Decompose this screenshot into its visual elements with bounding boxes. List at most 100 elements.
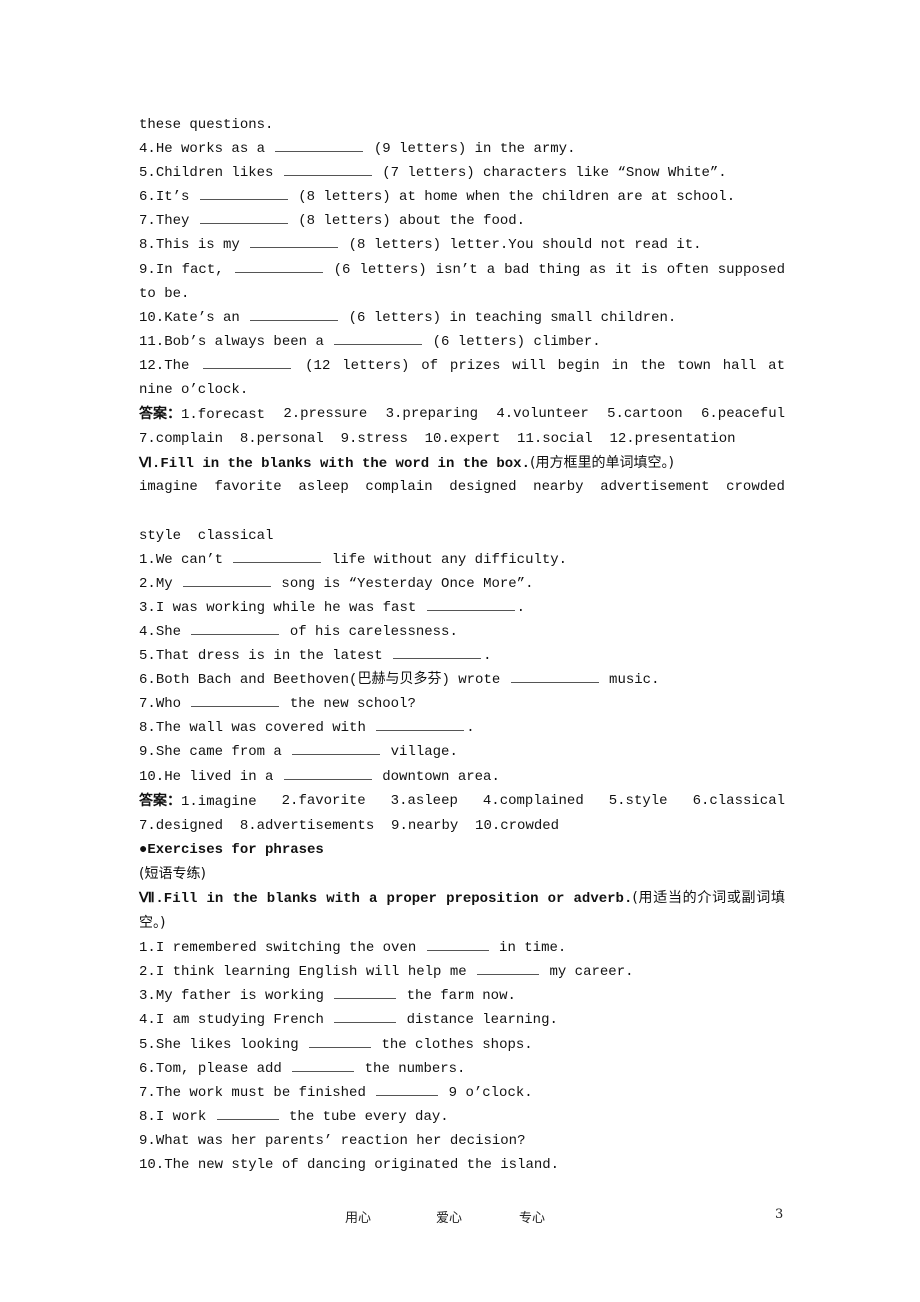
- item-number: 3.: [139, 988, 156, 1005]
- item-number: 4.: [139, 1012, 156, 1029]
- item-number: 9.: [139, 261, 156, 278]
- exercise-item: 3.I was working while he was fast .: [139, 596, 785, 620]
- continuation-text: these questions.: [139, 117, 274, 133]
- answer-blank[interactable]: [376, 1081, 439, 1096]
- item-number: 1.: [139, 551, 156, 568]
- item-number: 6.: [139, 672, 156, 689]
- page-number: 3: [775, 1207, 784, 1222]
- answer-blank[interactable]: [183, 572, 272, 587]
- exercise-item: 9.In fact, (6 letters) isn’t a bad thing…: [139, 258, 785, 306]
- answer-blank[interactable]: [334, 1008, 397, 1024]
- item-text: song is “Yesterday Once More”.: [273, 575, 534, 592]
- item-text: the farm now.: [398, 988, 516, 1005]
- item-text: He works as a: [155, 141, 274, 158]
- answer-label: 答案：: [139, 792, 181, 809]
- answer-blank[interactable]: [216, 1105, 279, 1120]
- answer-blank[interactable]: [376, 716, 465, 732]
- answer-blank[interactable]: [426, 596, 515, 611]
- item-text: (8 letters) about the food.: [289, 213, 526, 230]
- item-number: 11.: [139, 333, 165, 350]
- item-number: 7.: [139, 1084, 156, 1101]
- word-box-word: imagine: [139, 479, 198, 496]
- item-text: They: [155, 213, 198, 230]
- item-number: 5.: [139, 648, 156, 665]
- answer-blank[interactable]: [334, 984, 397, 1000]
- answer-blank[interactable]: [292, 1057, 355, 1072]
- item-text: (8 letters) letter.You should not read i…: [340, 237, 702, 254]
- item-text: The work must be finished: [155, 1084, 375, 1101]
- item-text: the tube every day.: [280, 1108, 449, 1125]
- item-text: My father is working: [155, 988, 333, 1005]
- exercise-item: 9.What was her parents’ reaction her dec…: [139, 1129, 785, 1153]
- item-text: We can’t: [155, 551, 232, 568]
- answer-blank[interactable]: [426, 936, 489, 952]
- section-title-cn: (用方框里的单词填空。): [529, 455, 674, 472]
- item-text: life without any difficulty.: [323, 551, 568, 568]
- answer-blank[interactable]: [510, 668, 599, 684]
- item-text: Both Bach and Beethoven(巴赫与贝多芬) wrote: [155, 672, 509, 689]
- answer-blank[interactable]: [250, 233, 339, 249]
- item-text: my career.: [541, 964, 634, 981]
- answer-blank[interactable]: [233, 548, 322, 563]
- section-v-items: 4.He works as a (9 letters) in the army.…: [139, 137, 785, 402]
- answer-blank[interactable]: [283, 765, 372, 780]
- answer: 4.complained: [482, 792, 584, 809]
- answer-blank[interactable]: [283, 161, 372, 177]
- answer-blank[interactable]: [292, 740, 381, 756]
- answer-blank[interactable]: [234, 258, 323, 273]
- item-text: .: [483, 648, 492, 665]
- exercise-item: 5.She likes looking the clothes shops.: [139, 1033, 785, 1057]
- item-number: 8.: [139, 237, 156, 254]
- section-title: Ⅶ.Fill in the blanks with a proper prepo…: [139, 891, 633, 907]
- answer: 3.preparing: [385, 406, 479, 423]
- answer: 6.classical: [692, 792, 785, 809]
- exercise-item: 5.Children likes (7 letters) characters …: [139, 161, 785, 185]
- word-box-line: imagine favorite asleep complain designe…: [139, 475, 785, 499]
- item-text: The: [164, 357, 202, 374]
- exercise-item: 4.He works as a (9 letters) in the army.: [139, 137, 785, 161]
- exercise-item: 1.We can’t life without any difficulty.: [139, 548, 785, 572]
- item-text: It’s: [155, 189, 198, 206]
- answer-blank[interactable]: [191, 620, 280, 635]
- exercise-item: 7.Who the new school?: [139, 692, 785, 716]
- item-text: (6 letters) climber.: [424, 333, 601, 350]
- answer-blank[interactable]: [191, 692, 280, 708]
- exercise-item: 10.The new style of dancing originated t…: [139, 1153, 785, 1177]
- answer: 3.asleep: [390, 792, 458, 809]
- item-number: 9.: [139, 744, 156, 761]
- item-text: In fact,: [155, 261, 233, 278]
- answer-blank[interactable]: [393, 644, 482, 660]
- item-text: (8 letters) at home when the children ar…: [289, 189, 736, 206]
- item-number: 5.: [139, 1036, 156, 1053]
- answer-blank[interactable]: [477, 960, 540, 976]
- answer-blank[interactable]: [199, 185, 288, 201]
- exercise-item: 10.He lived in a downtown area.: [139, 765, 785, 789]
- answer-line: 7.designed 8.advertisements 9.nearby 10.…: [139, 817, 560, 834]
- answer-blank[interactable]: [203, 354, 292, 369]
- page-footer: 用心 爱心 专心 3: [0, 1207, 920, 1227]
- answer-blank[interactable]: [275, 137, 364, 153]
- answer-blank[interactable]: [250, 306, 339, 321]
- item-text: in time.: [490, 940, 567, 957]
- footer-motto: 爱心: [436, 1211, 463, 1226]
- exercise-item: 2.My song is “Yesterday Once More”.: [139, 572, 785, 596]
- item-text: .: [466, 720, 475, 737]
- item-number: 4.: [139, 141, 156, 158]
- item-number: 10.: [139, 768, 165, 785]
- word-box-line: style classical: [139, 527, 274, 544]
- word-box-word: crowded: [726, 479, 785, 496]
- answer: 4.volunteer: [496, 406, 589, 423]
- exercise-item: 8.I work the tube every day.: [139, 1105, 785, 1129]
- answer-blank[interactable]: [199, 209, 288, 225]
- item-text: of his carelessness.: [281, 623, 458, 640]
- item-text: My: [155, 575, 182, 592]
- item-number: 8.: [139, 720, 156, 737]
- answer-blank[interactable]: [309, 1033, 372, 1048]
- item-text: What was her parents’ reaction her decis…: [155, 1132, 526, 1149]
- answer-blank[interactable]: [334, 330, 423, 345]
- item-number: 5.: [139, 165, 156, 182]
- answer-label: 答案：: [139, 406, 181, 423]
- item-text: She likes looking: [155, 1036, 308, 1053]
- item-text: I think learning English will help me: [155, 964, 476, 981]
- exercise-item: 6.Both Bach and Beethoven(巴赫与贝多芬) wrote …: [139, 668, 785, 692]
